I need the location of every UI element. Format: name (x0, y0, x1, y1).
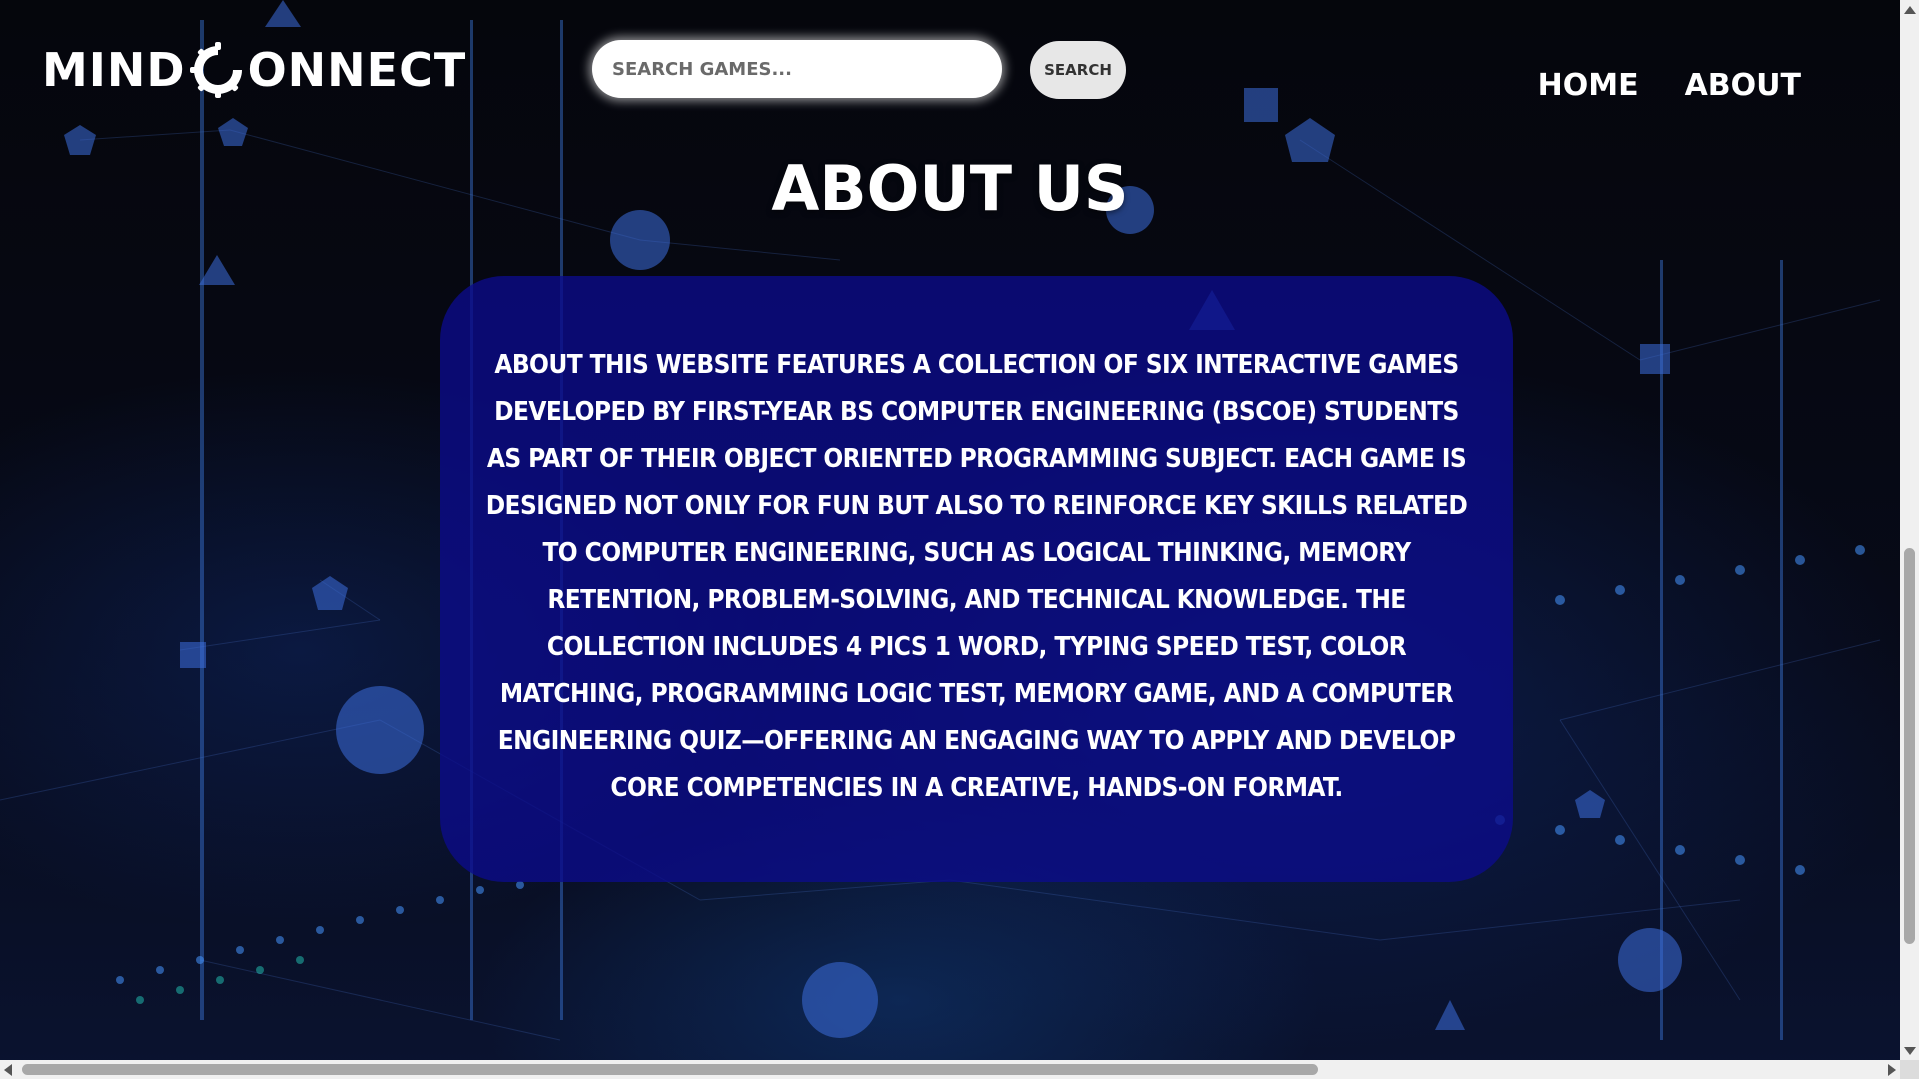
nav-home-link[interactable]: Home (1538, 68, 1639, 103)
gear-c-icon (189, 42, 242, 98)
about-description: About This website features a collection… (485, 350, 1468, 803)
scroll-left-arrow-icon[interactable] (4, 1064, 12, 1076)
horizontal-scroll-thumb[interactable] (22, 1064, 1318, 1075)
vertical-scrollbar[interactable] (1900, 0, 1919, 1079)
search-input[interactable] (592, 40, 1002, 98)
mind-connect-logo[interactable]: MIND ONNECT (42, 40, 466, 100)
page: MIND ONNECT Search Home About About Us A… (0, 0, 1919, 1079)
scroll-down-arrow-icon[interactable] (1904, 1047, 1916, 1055)
logo-text-mind: MIND (42, 43, 186, 97)
scroll-up-arrow-icon[interactable] (1904, 6, 1916, 14)
scroll-right-arrow-icon[interactable] (1888, 1064, 1896, 1076)
main-nav: Home About (1538, 68, 1801, 103)
scrollbar-corner (1900, 1060, 1919, 1079)
search-button[interactable]: Search (1030, 41, 1126, 99)
nav-about-link[interactable]: About (1685, 68, 1801, 103)
logo-text-onnect: ONNECT (247, 43, 467, 97)
vertical-scroll-thumb[interactable] (1904, 548, 1915, 944)
horizontal-scrollbar[interactable] (0, 1060, 1900, 1079)
page-title: About Us (771, 152, 1129, 225)
about-card: About This website features a collection… (440, 276, 1513, 882)
